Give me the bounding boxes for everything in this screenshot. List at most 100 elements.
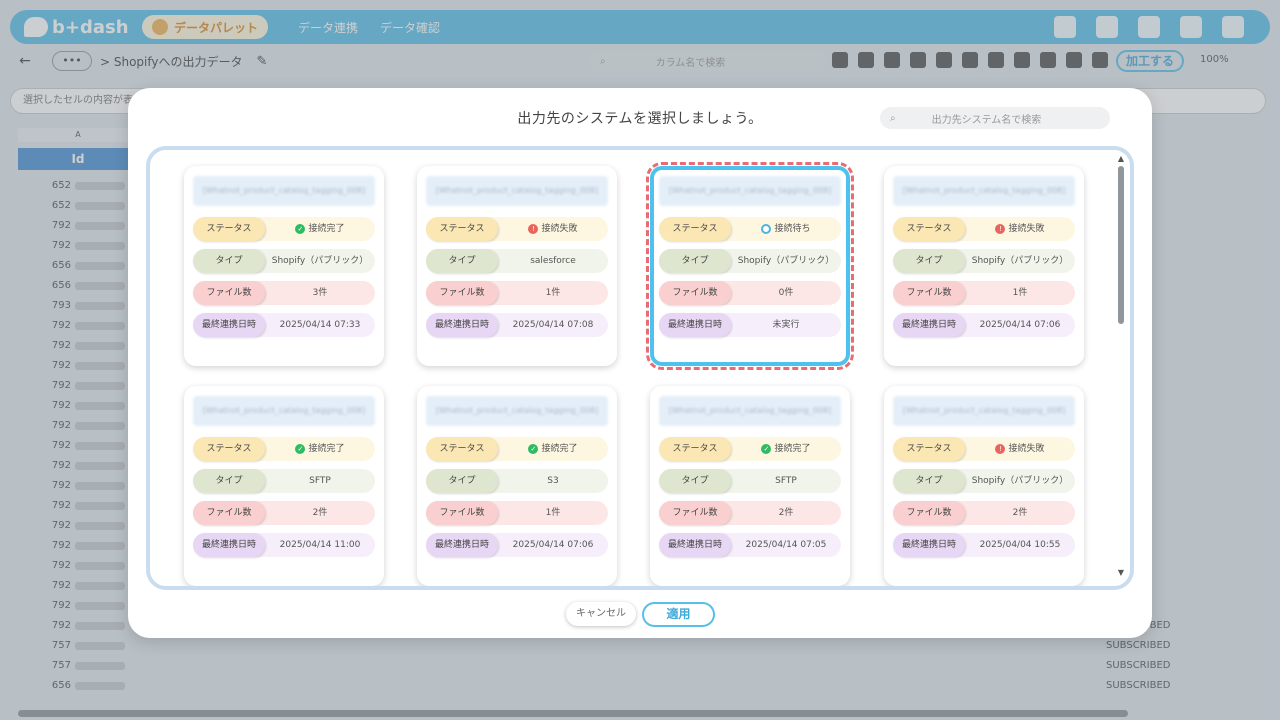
status-label: ステータス bbox=[193, 217, 265, 241]
system-card[interactable]: [Whatnot_product_catalog_tagging_008] ステー… bbox=[184, 386, 384, 586]
system-card[interactable]: [Whatnot_product_catalog_tagging_008] ステー… bbox=[884, 386, 1084, 586]
type-field: タイプ Shopify（パブリック） bbox=[893, 469, 1075, 493]
status-field: ステータス 接続待ち bbox=[659, 217, 841, 241]
files-field: ファイル数 2件 bbox=[193, 501, 375, 525]
files-label: ファイル数 bbox=[893, 281, 965, 305]
system-card[interactable]: [Whatnot_product_catalog_tagging_008] ステー… bbox=[646, 162, 854, 370]
last-field: 最終連携日時 2025/04/14 07:05 bbox=[659, 533, 841, 557]
system-name: [Whatnot_product_catalog_tagging_008] bbox=[893, 176, 1075, 206]
status-text: 接続完了 bbox=[541, 444, 578, 454]
pending-icon bbox=[761, 224, 772, 234]
type-value: Shopify（パブリック） bbox=[971, 476, 1069, 486]
type-field: タイプ Shopify（パブリック） bbox=[193, 249, 375, 273]
status-text: 接続失敗 bbox=[1008, 444, 1045, 454]
last-field: 最終連携日時 2025/04/14 11:00 bbox=[193, 533, 375, 557]
last-field: 最終連携日時 2025/04/14 07:06 bbox=[893, 313, 1075, 337]
status-value: ! 接続失敗 bbox=[965, 437, 1075, 461]
last-label: 最終連携日時 bbox=[893, 533, 965, 557]
system-name: [Whatnot_product_catalog_tagging_008] bbox=[893, 396, 1075, 426]
type-label: タイプ bbox=[659, 469, 731, 493]
files-value: 2件 bbox=[312, 508, 328, 518]
type-value: SFTP bbox=[309, 476, 331, 486]
files-field: ファイル数 1件 bbox=[426, 501, 608, 525]
type-field: タイプ Shopify（パブリック） bbox=[659, 249, 841, 273]
type-value: Shopify（パブリック） bbox=[271, 256, 369, 266]
last-value: 2025/04/14 07:06 bbox=[979, 320, 1061, 330]
system-card-list: ▲ ▼ [Whatnot_product_catalog_tagging_008… bbox=[146, 146, 1134, 590]
last-label: 最終連携日時 bbox=[426, 533, 498, 557]
last-label: 最終連携日時 bbox=[193, 313, 265, 337]
status-value: ✓ 接続完了 bbox=[265, 217, 375, 241]
status-text: 接続完了 bbox=[308, 444, 345, 454]
type-field: タイプ salesforce bbox=[426, 249, 608, 273]
scroll-thumb[interactable] bbox=[1118, 166, 1124, 324]
files-label: ファイル数 bbox=[193, 501, 265, 525]
type-value: salesforce bbox=[530, 256, 576, 266]
system-card[interactable]: [Whatnot_product_catalog_tagging_008] ステー… bbox=[417, 166, 617, 366]
system-card[interactable]: [Whatnot_product_catalog_tagging_008] ステー… bbox=[884, 166, 1084, 366]
system-card[interactable]: [Whatnot_product_catalog_tagging_008] ステー… bbox=[417, 386, 617, 586]
type-field: タイプ Shopify（パブリック） bbox=[893, 249, 1075, 273]
status-value: ✓ 接続完了 bbox=[265, 437, 375, 461]
scroll-down-icon[interactable]: ▼ bbox=[1116, 568, 1126, 578]
status-label: ステータス bbox=[893, 437, 965, 461]
last-value: 未実行 bbox=[772, 320, 800, 330]
vertical-scrollbar[interactable]: ▲ ▼ bbox=[1116, 154, 1126, 584]
status-field: ステータス! 接続失敗 bbox=[893, 217, 1075, 241]
files-field: ファイル数 0件 bbox=[659, 281, 841, 305]
status-text: 接続失敗 bbox=[1008, 224, 1045, 234]
files-value: 2件 bbox=[778, 508, 794, 518]
status-field: ステータス ✓ 接続完了 bbox=[659, 437, 841, 461]
status-label: ステータス bbox=[893, 217, 965, 241]
files-field: ファイル数 2件 bbox=[659, 501, 841, 525]
status-field: ステータス ✓ 接続完了 bbox=[193, 437, 375, 461]
type-label: タイプ bbox=[193, 469, 265, 493]
system-name: [Whatnot_product_catalog_tagging_008] bbox=[659, 396, 841, 426]
check-circle-icon: ✓ bbox=[295, 444, 306, 454]
system-search-placeholder: 出力先システム名で検索 bbox=[931, 114, 1042, 126]
cancel-button[interactable]: キャンセル bbox=[566, 602, 636, 626]
last-field: 最終連携日時 2025/04/14 07:06 bbox=[426, 533, 608, 557]
system-name: [Whatnot_product_catalog_tagging_008] bbox=[426, 176, 608, 206]
files-field: ファイル数 1件 bbox=[893, 281, 1075, 305]
scroll-up-icon[interactable]: ▲ bbox=[1116, 154, 1126, 164]
status-text: 接続完了 bbox=[774, 444, 811, 454]
files-label: ファイル数 bbox=[426, 281, 498, 305]
files-label: ファイル数 bbox=[193, 281, 265, 305]
last-value: 2025/04/04 10:55 bbox=[979, 540, 1061, 550]
status-text: 接続待ち bbox=[774, 224, 811, 234]
last-label: 最終連携日時 bbox=[659, 533, 731, 557]
type-value: Shopify（パブリック） bbox=[971, 256, 1069, 266]
status-field: ステータス! 接続失敗 bbox=[893, 437, 1075, 461]
files-field: ファイル数 1件 bbox=[426, 281, 608, 305]
last-field: 最終連携日時 2025/04/14 07:08 bbox=[426, 313, 608, 337]
system-search-input[interactable]: ⌕ 出力先システム名で検索 bbox=[880, 107, 1110, 129]
system-card[interactable]: [Whatnot_product_catalog_tagging_008] ステー… bbox=[184, 166, 384, 366]
error-circle-icon: ! bbox=[995, 444, 1006, 454]
last-field: 最終連携日時 2025/04/14 07:33 bbox=[193, 313, 375, 337]
status-label: ステータス bbox=[426, 217, 498, 241]
type-field: タイプ SFTP bbox=[659, 469, 841, 493]
last-field: 最終連携日時 未実行 bbox=[659, 313, 841, 337]
system-name: [Whatnot_product_catalog_tagging_008] bbox=[426, 396, 608, 426]
files-value: 3件 bbox=[312, 288, 328, 298]
apply-button[interactable]: 適用 bbox=[642, 602, 715, 627]
type-label: タイプ bbox=[893, 249, 965, 273]
check-circle-icon: ✓ bbox=[295, 224, 306, 234]
files-label: ファイル数 bbox=[893, 501, 965, 525]
last-field: 最終連携日時 2025/04/04 10:55 bbox=[893, 533, 1075, 557]
files-value: 0件 bbox=[778, 288, 794, 298]
status-text: 接続失敗 bbox=[541, 224, 578, 234]
type-label: タイプ bbox=[426, 469, 498, 493]
status-value: 接続待ち bbox=[731, 217, 841, 241]
files-value: 1件 bbox=[545, 288, 561, 298]
status-label: ステータス bbox=[426, 437, 498, 461]
last-value: 2025/04/14 07:08 bbox=[512, 320, 594, 330]
system-card[interactable]: [Whatnot_product_catalog_tagging_008] ステー… bbox=[650, 386, 850, 586]
status-field: ステータス ✓ 接続完了 bbox=[426, 437, 608, 461]
system-name: [Whatnot_product_catalog_tagging_008] bbox=[193, 396, 375, 426]
select-output-system-modal: 出力先のシステムを選択しましょう。 ⌕ 出力先システム名で検索 ▲ ▼ [Wha… bbox=[128, 88, 1152, 638]
status-text: 接続完了 bbox=[308, 224, 345, 234]
status-field: ステータス! 接続失敗 bbox=[426, 217, 608, 241]
check-circle-icon: ✓ bbox=[761, 444, 772, 454]
